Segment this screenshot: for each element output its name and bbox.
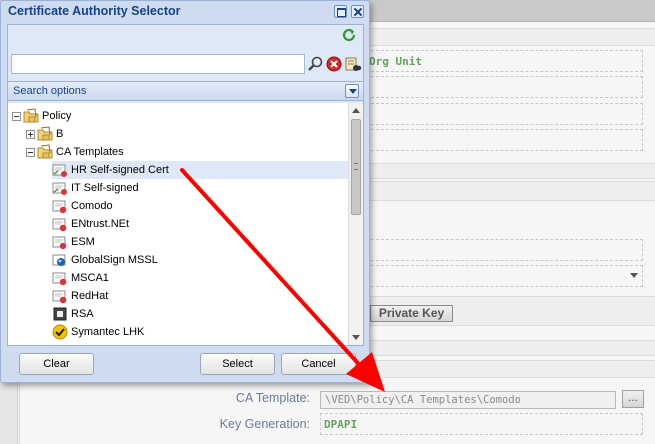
key-generation-value: DPAPI xyxy=(324,418,358,431)
advanced-search-icon[interactable] xyxy=(344,55,362,73)
chevron-down-icon[interactable] xyxy=(345,84,359,98)
background-field[interactable] xyxy=(366,76,643,98)
self-signed-cert-icon xyxy=(52,180,68,196)
scroll-thumb[interactable] xyxy=(351,119,361,215)
tree-node-label: CA Templates xyxy=(56,146,124,158)
folder-icon xyxy=(23,108,39,124)
tree-node[interactable]: MSCA1 xyxy=(52,269,109,287)
search-icon[interactable] xyxy=(307,55,325,73)
tree-node[interactable]: IT Self-signed xyxy=(52,179,139,197)
folder-icon xyxy=(37,144,53,160)
org-unit-label: Org Unit xyxy=(369,55,422,68)
tree-node[interactable]: ESM xyxy=(52,233,95,251)
background-select[interactable] xyxy=(366,265,643,287)
background-field[interactable] xyxy=(366,129,643,151)
key-generation-field[interactable]: DPAPI xyxy=(320,413,643,435)
tree-node-label: HR Self-signed Cert xyxy=(71,164,169,176)
tree-node-label: RSA xyxy=(71,308,94,320)
background-field[interactable] xyxy=(366,239,643,261)
org-unit-field[interactable]: Org Unit xyxy=(366,50,643,72)
tree-node-label: IT Self-signed xyxy=(71,182,139,194)
tree-node-label: GlobalSign MSSL xyxy=(71,254,158,266)
select-button[interactable]: Select xyxy=(200,353,275,375)
expand-icon[interactable] xyxy=(26,129,35,139)
tree-node-label: Policy xyxy=(42,110,72,122)
tree-node[interactable]: CA Templates xyxy=(26,143,124,161)
certificate-authority-dialog: Certificate Authority Selector Search op… xyxy=(0,0,370,383)
dialog-title: Certificate Authority Selector xyxy=(8,4,181,18)
tree-node[interactable]: Comodo xyxy=(52,197,113,215)
collapse-icon[interactable] xyxy=(12,111,21,121)
ca-template-field[interactable]: \VED\Policy\CA Templates\Comodo xyxy=(320,391,616,409)
search-options-bar[interactable]: Search options xyxy=(8,81,363,101)
ca-cert-icon xyxy=(52,234,68,250)
tree-node-label: RedHat xyxy=(71,290,109,302)
ca-cert-icon xyxy=(52,270,68,286)
clear-button[interactable]: Clear xyxy=(19,353,94,375)
ca-tree: Policy B CA Templates HR Self-signed Cert IT… xyxy=(8,103,348,345)
cancel-button[interactable]: Cancel xyxy=(281,353,356,375)
tree-node[interactable]: Policy xyxy=(12,107,71,125)
self-signed-cert-icon xyxy=(52,162,68,178)
symantec-icon xyxy=(52,324,68,340)
globalsign-icon xyxy=(52,252,68,268)
dialog-body: Search options Policy B CA Templates HR Sel… xyxy=(7,24,364,346)
tree-node-label: ENtrust.NEt xyxy=(71,218,130,230)
ca-cert-icon xyxy=(52,288,68,304)
private-key-button[interactable]: Private Key xyxy=(370,305,453,322)
tree-node[interactable]: HR Self-signed Cert xyxy=(52,161,348,179)
tree-scrollbar[interactable] xyxy=(348,103,363,345)
tree-node-label: B xyxy=(56,128,64,140)
tree-node[interactable]: GlobalSign MSSL xyxy=(52,251,158,269)
tree-node-label: MSCA1 xyxy=(71,272,109,284)
tree-node[interactable]: RedHat xyxy=(52,287,108,305)
clear-search-icon[interactable] xyxy=(325,55,343,73)
close-icon[interactable] xyxy=(351,5,364,18)
browse-button[interactable]: ... xyxy=(622,390,644,408)
refresh-icon[interactable] xyxy=(341,28,357,44)
tree-node-label: Symantec LHK xyxy=(71,326,145,338)
ca-cert-icon xyxy=(52,216,68,232)
tree-node[interactable]: Symantec LHK xyxy=(52,323,144,341)
key-generation-label: Key Generation: xyxy=(219,417,310,431)
scroll-up-icon[interactable] xyxy=(352,108,360,113)
tree-node[interactable]: RSA xyxy=(52,305,94,323)
rsa-icon xyxy=(52,306,68,322)
tree-node-label: ESM xyxy=(71,236,95,248)
search-input[interactable] xyxy=(11,54,305,74)
tree-node-label: Comodo xyxy=(71,200,113,212)
ca-template-label: CA Template: xyxy=(235,391,310,405)
ca-cert-icon xyxy=(52,198,68,214)
tree-node[interactable]: B xyxy=(26,125,63,143)
maximize-icon[interactable] xyxy=(334,5,347,18)
collapse-icon[interactable] xyxy=(26,147,35,157)
folder-icon xyxy=(37,126,53,142)
scroll-down-icon[interactable] xyxy=(352,335,360,340)
search-options-label: Search options xyxy=(13,85,87,97)
tree-node[interactable]: ENtrust.NEt xyxy=(52,215,129,233)
background-field[interactable] xyxy=(366,103,643,125)
